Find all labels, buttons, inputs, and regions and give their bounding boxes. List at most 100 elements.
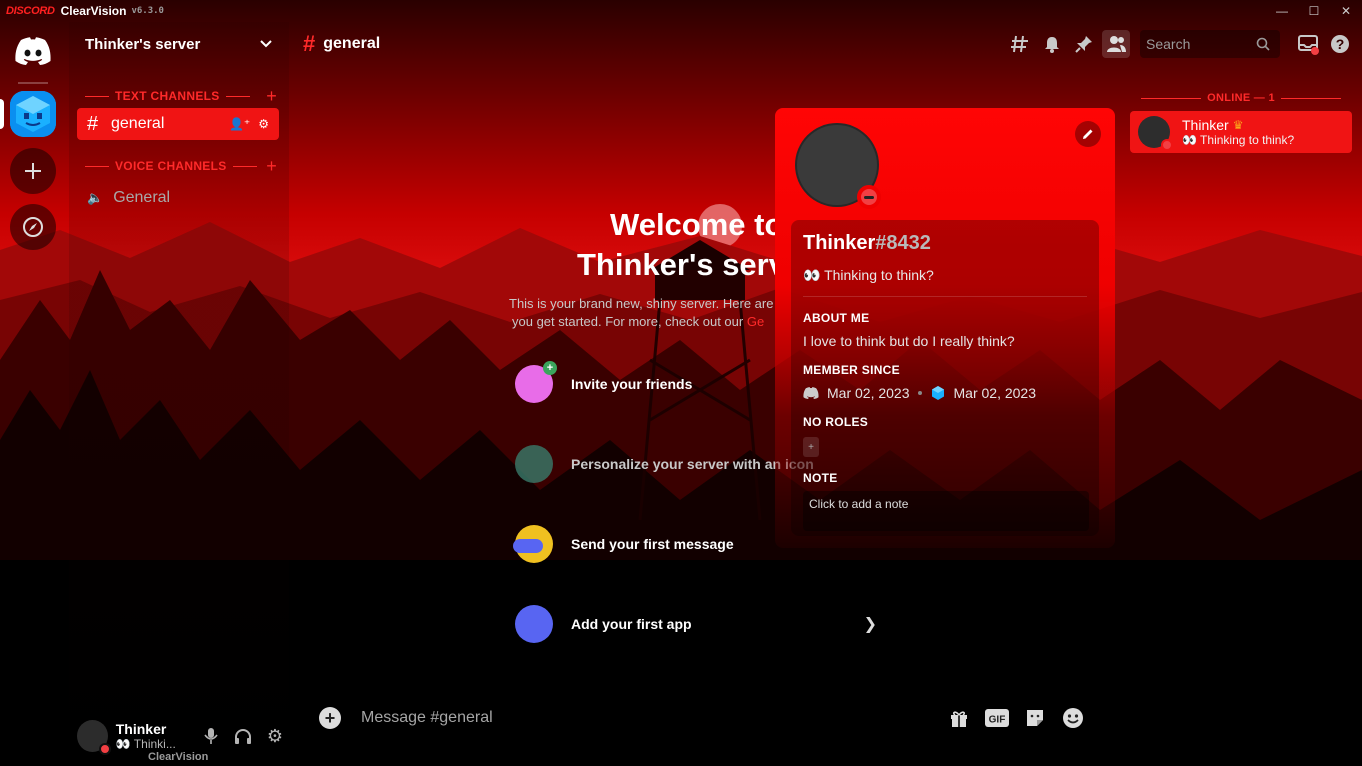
- chevron-down-icon: [260, 40, 272, 48]
- upload-plus-icon[interactable]: +: [319, 707, 341, 729]
- channel-voice-general[interactable]: 🔈 General: [77, 182, 279, 214]
- member-since-heading: MEMBER SINCE: [803, 363, 900, 377]
- app-name: ClearVision: [60, 4, 127, 18]
- member-name: Thinker: [1182, 117, 1229, 133]
- welcome-title-line1: Welcome to: [610, 207, 784, 242]
- text-channel-icon: #: [87, 112, 99, 135]
- members-icon[interactable]: [1102, 30, 1130, 58]
- welcome-desc-text: you get started. For more, check out our: [512, 314, 747, 329]
- category-text-channels[interactable]: TEXT CHANNELS +: [69, 86, 289, 106]
- category-label: TEXT CHANNELS: [115, 89, 220, 103]
- invite-icon[interactable]: 👤⁺: [229, 117, 250, 131]
- message-input[interactable]: [361, 709, 921, 727]
- welcome-header: Welcome to Thinker's server This is your…: [500, 205, 815, 331]
- member-status: 👀 Thinking to think?: [1182, 133, 1295, 147]
- profile-body: Thinker#8432 👀 Thinking to think? ABOUT …: [791, 220, 1099, 536]
- search-icon: [1256, 37, 1270, 51]
- sticker-icon[interactable]: [1021, 704, 1049, 732]
- maximize-icon[interactable]: ☐: [1298, 0, 1330, 22]
- category-label: VOICE CHANNELS: [115, 159, 227, 173]
- channel-label: general: [111, 115, 165, 132]
- member-item[interactable]: Thinker ♛ 👀 Thinking to think?: [1130, 111, 1352, 153]
- dnd-status-icon: [98, 743, 111, 755]
- channel-settings-icon[interactable]: ⚙: [258, 117, 269, 131]
- note-field[interactable]: Click to add a note: [803, 491, 1089, 531]
- gif-icon[interactable]: GIF: [983, 704, 1011, 732]
- category-voice-channels[interactable]: VOICE CHANNELS +: [69, 156, 289, 176]
- server-cube-icon: [931, 386, 944, 400]
- gift-icon[interactable]: [945, 704, 973, 732]
- discord-logo-icon: [803, 387, 819, 399]
- server-header[interactable]: Thinker's server: [69, 22, 289, 66]
- chat-header: # general ?: [289, 22, 1362, 66]
- about-me-heading: ABOUT ME: [803, 311, 870, 325]
- home-button[interactable]: [10, 28, 56, 74]
- server-name: Thinker's server: [85, 35, 201, 53]
- threads-icon[interactable]: [1006, 30, 1034, 58]
- welcome-desc-line2: you get started. For more, check out our…: [512, 313, 780, 331]
- add-role-button[interactable]: +: [803, 437, 819, 457]
- settings-icon[interactable]: ⚙: [261, 722, 289, 750]
- divider: [803, 296, 1087, 297]
- title-bar: DISCORD ClearVision v6.3.0 — ☐ ✕: [0, 0, 1362, 22]
- close-icon[interactable]: ✕: [1330, 0, 1362, 22]
- server-member-since: Mar 02, 2023: [953, 385, 1037, 401]
- channel-general[interactable]: # general 👤⁺ ⚙: [77, 108, 279, 140]
- profile-avatar[interactable]: [795, 123, 881, 209]
- chevron-right-icon: ❯: [863, 616, 877, 633]
- discord-member-since: Mar 02, 2023: [827, 385, 910, 401]
- server-icon-thinkers-server[interactable]: [10, 91, 56, 137]
- rail-separator: [18, 82, 48, 84]
- inbox-badge: [1311, 47, 1319, 55]
- chat-bubble-icon: [513, 525, 553, 563]
- inbox-icon[interactable]: [1294, 30, 1322, 58]
- compass-icon: [23, 217, 43, 237]
- microphone-icon[interactable]: [197, 722, 225, 750]
- profile-username: Thinker: [803, 232, 876, 254]
- dnd-status-icon: [857, 185, 881, 209]
- app-version: v6.3.0: [131, 6, 164, 16]
- svg-text:?: ?: [1336, 36, 1345, 52]
- explore-servers-button[interactable]: [10, 204, 56, 250]
- search-input[interactable]: [1146, 36, 1256, 52]
- profile-username-row: Thinker#8432: [803, 232, 1087, 255]
- member-since-row: Mar 02, 2023 Mar 02, 2023: [803, 385, 1087, 401]
- channel-label: General: [113, 189, 171, 206]
- search-box[interactable]: [1140, 30, 1280, 58]
- avatar: [1138, 116, 1173, 151]
- avatar[interactable]: [77, 720, 111, 755]
- headphones-icon[interactable]: [229, 722, 257, 750]
- discord-wordmark: DISCORD: [6, 5, 55, 17]
- create-channel-icon[interactable]: +: [266, 157, 277, 175]
- add-app-action[interactable]: Add your first app ❯: [515, 604, 885, 644]
- action-label: Send your first message: [571, 536, 734, 552]
- member-category-label: ONLINE — 1: [1207, 92, 1275, 104]
- clearvision-footer: ClearVision: [148, 751, 209, 763]
- user-status: 👀 Thinki...: [115, 737, 176, 751]
- user-name: Thinker: [115, 721, 167, 737]
- channel-sidebar: Thinker's server TEXT CHANNELS + # gener…: [69, 22, 289, 766]
- bell-icon[interactable]: [1038, 30, 1066, 58]
- cube-avatar-icon: [10, 91, 56, 137]
- getting-started-link[interactable]: Ge: [747, 314, 764, 329]
- dnd-status-icon: [1161, 139, 1173, 151]
- emoji-icon[interactable]: [1059, 704, 1087, 732]
- edit-profile-button[interactable]: [1075, 121, 1101, 147]
- note-heading: NOTE: [803, 471, 838, 485]
- minimize-icon[interactable]: —: [1266, 0, 1298, 22]
- channel-title: general: [323, 35, 381, 52]
- member-category: ONLINE — 1: [1130, 88, 1352, 108]
- server-rail: [0, 22, 66, 766]
- app-plug-icon: [515, 605, 553, 643]
- text-channel-icon: #: [303, 31, 316, 56]
- active-server-pill: [0, 99, 4, 129]
- profile-discriminator: #8432: [875, 232, 931, 254]
- create-channel-icon[interactable]: +: [266, 87, 277, 105]
- welcome-desc-line1: This is your brand new, shiny server. He…: [509, 296, 774, 311]
- action-label: Add your first app: [571, 616, 692, 632]
- add-server-button[interactable]: [10, 148, 56, 194]
- pin-icon[interactable]: [1070, 30, 1098, 58]
- help-icon[interactable]: ?: [1326, 30, 1354, 58]
- pencil-icon: [1083, 129, 1093, 139]
- svg-text:GIF: GIF: [989, 715, 1006, 726]
